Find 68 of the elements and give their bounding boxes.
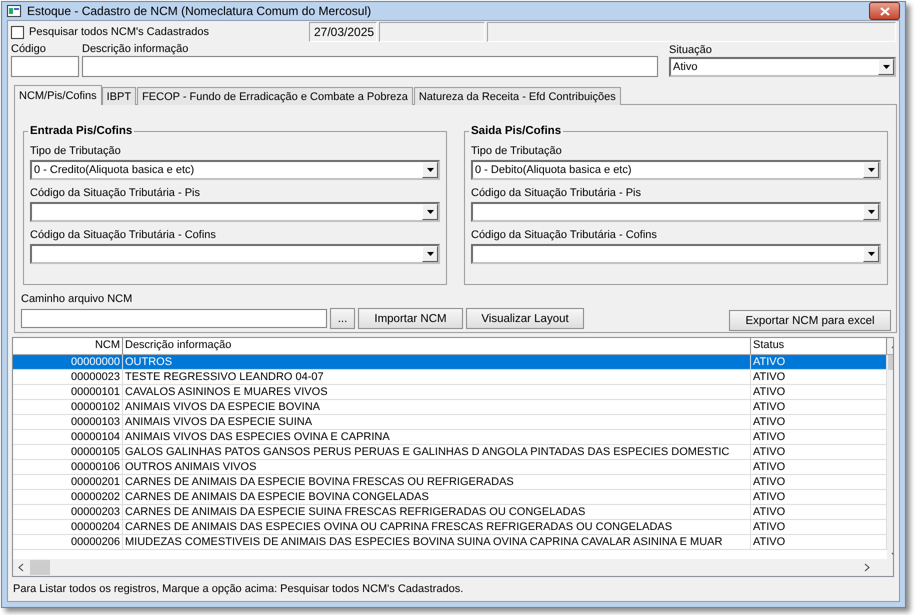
field-label: Código: [11, 43, 47, 55]
table-cell: TESTE REGRESSIVO LEANDRO 04-07: [123, 370, 751, 384]
table-cell: 00000102: [13, 400, 123, 414]
table-cell: 00000204: [13, 520, 123, 534]
group-title: Entrada Pis/Cofins: [29, 125, 134, 137]
table-cell: 00000106: [13, 460, 123, 474]
field-label: Situação: [669, 44, 713, 56]
import-button[interactable]: Importar NCM: [358, 308, 463, 329]
field-label: Código da Situação Tributária - Cofins: [30, 229, 217, 241]
field-label: Descrição informação: [82, 43, 190, 55]
field-label: Tipo de Tributação: [30, 145, 122, 157]
table-row[interactable]: 00000000 OUTROS ATIVO: [13, 355, 887, 370]
table-cell: 00000101: [13, 385, 123, 399]
table-cell: ANIMAIS VIVOS DA ESPECIE SUINA: [123, 415, 751, 429]
table-row[interactable]: 00000206 MIUDEZAS COMESTIVEIS DE ANIMAIS DAS ESPECIES BOVINA SUINA OVINA CAPRINA CAVALAR ASININA E MUAR ATIVO: [13, 535, 887, 550]
table-cell: 00000104: [13, 430, 123, 444]
table-row[interactable]: 00000105 GALOS GALINHAS PATOS GANSOS PERUS PERUAS E GALINHAS D ANGOLA PINTADAS DAS ESPECIES DOMESTIC ATIVO: [13, 445, 887, 460]
table-row[interactable]: 00000102 ANIMAIS VIVOS DA ESPECIE BOVINA ATIVO: [13, 400, 887, 415]
browse-button[interactable]: ...: [330, 308, 355, 329]
field-label: Código da Situação Tributária - Pis: [30, 187, 201, 199]
table-cell: OUTROS ANIMAIS VIVOS: [123, 460, 751, 474]
dropdown-field[interactable]: 0 - Debito(Aliquota basica e etc): [471, 160, 881, 180]
table-cell: ANIMAIS VIVOS DA ESPECIE BOVINA: [123, 400, 751, 414]
table-cell: CARNES DE ANIMAIS DAS ESPECIES OVINA OU CAPRINA FRESCAS REFRIGERADAS OU CONGELADAS: [123, 520, 751, 534]
table-row[interactable]: 00000023 TESTE REGRESSIVO LEANDRO 04-07 ATIVO: [13, 370, 887, 385]
table-cell: CARNES DE ANIMAIS DA ESPECIE BOVINA CONGELADAS: [123, 490, 751, 504]
table-row[interactable]: 00000101 CAVALOS ASININOS E MUARES VIVOS ATIVO: [13, 385, 887, 400]
table-cell: 00000000: [13, 355, 123, 369]
table-row[interactable]: 00000204 CARNES DE ANIMAIS DAS ESPECIES OVINA OU CAPRINA FRESCAS REFRIGERADAS OU CONGELADAS ATIVO: [13, 520, 887, 535]
checkbox-label: Pesquisar todos NCM's Cadastrados: [29, 26, 210, 38]
table-cell: 00000203: [13, 505, 123, 519]
table-cell: 00000201: [13, 475, 123, 489]
tab[interactable]: FECOP - Fundo de Erradicação e Combate a Pobreza: [137, 87, 413, 105]
field-label: Código da Situação Tributária - Pis: [471, 187, 642, 199]
tab[interactable]: IBPT: [102, 87, 136, 105]
table-cell: GALOS GALINHAS PATOS GANSOS PERUS PERUAS E GALINHAS D ANGOLA PINTADAS DAS ESPECIES DOMESTIC: [123, 445, 751, 459]
column-header[interactable]: Descrição informação: [123, 338, 751, 354]
table-cell: MIUDEZAS COMESTIVEIS DE ANIMAIS DAS ESPECIES BOVINA SUINA OVINA CAPRINA CAVALAR ASININA E MUAR: [123, 535, 751, 549]
table-cell: CARNES DE ANIMAIS DA ESPECIE SUINA FRESCAS REFRIGERADAS OU CONGELADAS: [123, 505, 751, 519]
tab[interactable]: Natureza da Receita - Efd Contribuições: [414, 87, 621, 105]
group-title: Saida Pis/Cofins: [470, 125, 562, 137]
table-cell: OUTROS: [123, 355, 751, 369]
layout-button[interactable]: Visualizar Layout: [466, 308, 584, 329]
table-cell: CARNES DE ANIMAIS DA ESPECIE BOVINA FRESCAS OU REFRIGERADAS: [123, 475, 751, 489]
table-cell: 00000105: [13, 445, 123, 459]
table-row[interactable]: 00000104 ANIMAIS VIVOS DAS ESPECIES OVINA E CAPRINA ATIVO: [13, 430, 887, 445]
table-cell: 00000023: [13, 370, 123, 384]
table-cell: 00000202: [13, 490, 123, 504]
table-row[interactable]: 00000106 OUTROS ANIMAIS VIVOS ATIVO: [13, 460, 887, 475]
field-label: Tipo de Tributação: [471, 145, 563, 157]
dropdown-field[interactable]: 0 - Credito(Aliquota basica e etc): [30, 160, 440, 180]
tab[interactable]: NCM/Pis/Cofins: [14, 85, 102, 105]
table-cell: 00000206: [13, 535, 123, 549]
dropdown-field[interactable]: Ativo: [669, 57, 896, 77]
column-header[interactable]: NCM: [13, 338, 123, 354]
window-title: Estoque - Cadastro de NCM (Nomeclatura Comum do Mercosul): [27, 4, 372, 18]
field-label: Código da Situação Tributária - Cofins: [471, 229, 658, 241]
export-button[interactable]: Exportar NCM para excel: [729, 310, 891, 331]
table-row[interactable]: 00000203 CARNES DE ANIMAIS DA ESPECIE SUINA FRESCAS REFRIGERADAS OU CONGELADAS ATIVO: [13, 505, 887, 520]
table-row[interactable]: 00000103 ANIMAIS VIVOS DA ESPECIE SUINA ATIVO: [13, 415, 887, 430]
field-label: Caminho arquivo NCM: [21, 293, 134, 305]
date-field: 27/03/2025: [309, 22, 377, 42]
table-cell: ANIMAIS VIVOS DAS ESPECIES OVINA E CAPRINA: [123, 430, 751, 444]
table-row[interactable]: 00000202 CARNES DE ANIMAIS DA ESPECIE BOVINA CONGELADAS ATIVO: [13, 490, 887, 505]
status-text: Para Listar todos os registros, Marque a opção acima: Pesquisar todos NCM's Cadastrados.: [12, 582, 464, 597]
table-cell: 00000103: [13, 415, 123, 429]
table-row[interactable]: 00000201 CARNES DE ANIMAIS DA ESPECIE BOVINA FRESCAS OU REFRIGERADAS ATIVO: [13, 475, 887, 490]
table-cell: CAVALOS ASININOS E MUARES VIVOS: [123, 385, 751, 399]
